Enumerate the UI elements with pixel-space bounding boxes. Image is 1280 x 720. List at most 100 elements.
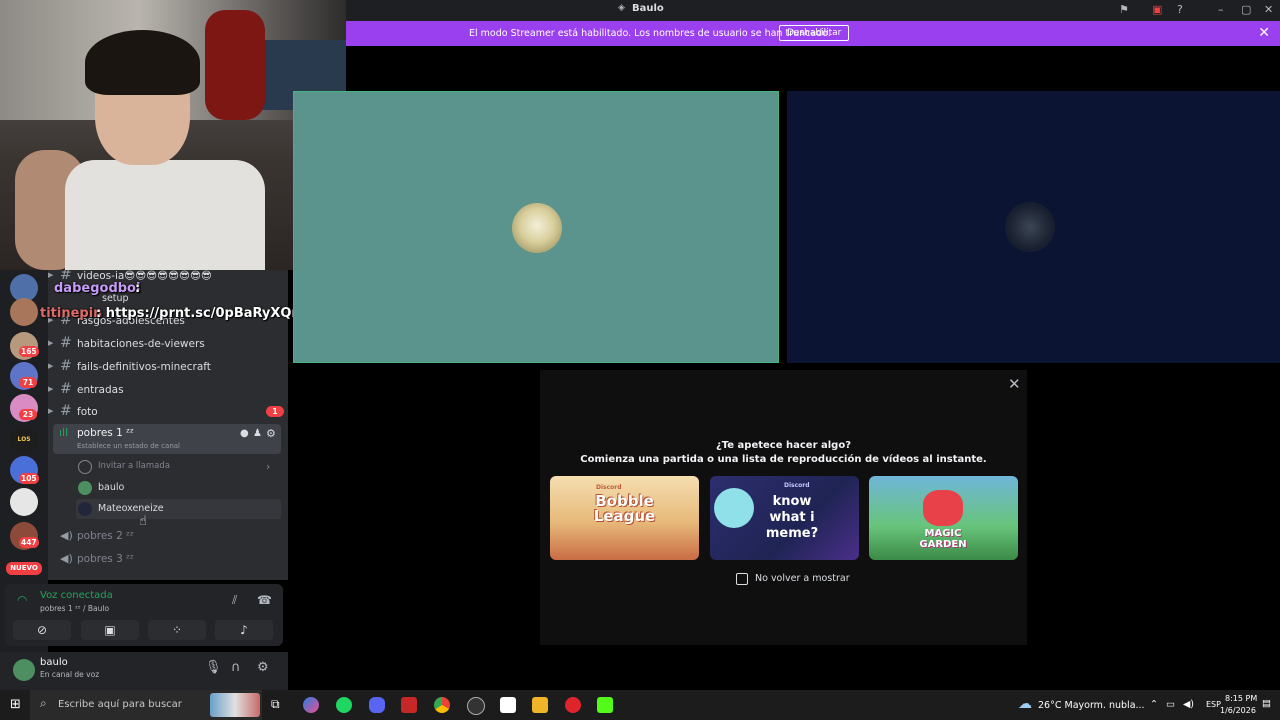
game-tag: Discord <box>596 484 622 491</box>
server-icon[interactable] <box>10 298 38 326</box>
file-explorer-icon[interactable] <box>532 697 548 713</box>
server-badge: 165 <box>19 346 39 357</box>
maximize-icon[interactable]: ▢ <box>1241 3 1251 16</box>
server-icon[interactable] <box>10 488 38 516</box>
channel-status-prompt[interactable]: Establece un estado de canal <box>77 442 180 450</box>
app-icon[interactable] <box>500 697 516 713</box>
discord-icon[interactable] <box>369 697 385 713</box>
mascot-icon <box>923 490 963 526</box>
trollface-avatar <box>512 203 562 253</box>
voice-status[interactable]: Voz conectada <box>40 590 113 601</box>
voice-location[interactable]: pobres 1 ᶻᶻ / Baulo <box>40 604 109 613</box>
search-highlight-image <box>210 693 260 717</box>
channel-entradas[interactable]: ▶ # entradas <box>48 380 288 400</box>
channel-foto[interactable]: ▶ # foto 1 <box>48 402 288 422</box>
avatar <box>78 481 92 495</box>
game-title: know what i meme? <box>765 494 819 541</box>
close-icon[interactable]: ✕ <box>1008 375 1021 393</box>
language-indicator[interactable]: ESP <box>1206 700 1221 709</box>
opera-icon[interactable] <box>565 697 581 713</box>
flag-icon[interactable]: ⚑ <box>1119 3 1129 16</box>
voice-active-icon: ıll <box>59 426 69 439</box>
clock-date[interactable]: 1/6/2026 <box>1220 706 1256 715</box>
streaming-app-icon[interactable] <box>401 697 417 713</box>
new-badge: NUEVO <box>6 562 42 575</box>
window-titlebar: ◈ Baulo ⚑ ▣ ? – ▢ ✕ <box>346 0 1280 21</box>
obs-icon[interactable] <box>467 697 485 715</box>
game-card-bobble-league[interactable]: Discord Bobble League <box>550 476 699 560</box>
server-badge: 447 <box>19 537 39 548</box>
spotify-icon[interactable] <box>336 697 352 713</box>
activities-icon: ⁘ <box>171 623 183 637</box>
volume-icon[interactable]: ◀) <box>1183 699 1194 710</box>
member-name: baulo <box>98 482 125 493</box>
chevron-up-icon[interactable]: ⌃ <box>1150 699 1158 710</box>
voice-channel-label: pobres 1 ᶻᶻ <box>77 427 134 439</box>
weather-text[interactable]: 26°C Mayorm. nubla... <box>1038 700 1145 711</box>
minimize-icon[interactable]: – <box>1218 3 1224 16</box>
video-tile-mateoxeneize[interactable] <box>787 91 1280 363</box>
close-banner-icon[interactable]: ✕ <box>1258 25 1270 41</box>
notifications-icon[interactable]: ▤ <box>1262 698 1271 709</box>
voice-channel-pobres-3[interactable]: ◀) pobres 3 ᶻᶻ <box>48 549 288 569</box>
server-los-topos[interactable]: LOS TOPOS <box>10 426 38 471</box>
copilot-icon[interactable] <box>303 697 319 713</box>
headphones-icon[interactable]: ∩ <box>231 660 241 675</box>
settings-icon[interactable]: ⚙ <box>266 427 276 440</box>
mouse-cursor-icon: ☝ <box>139 514 147 529</box>
game-title: Bobble League <box>593 492 656 525</box>
game-card-know-what-i-meme[interactable]: Discord know what i meme? <box>710 476 859 560</box>
app-icon: ◈ <box>618 3 625 13</box>
close-window-icon[interactable]: ✕ <box>1264 3 1273 16</box>
disconnect-icon[interactable]: ☎ <box>257 593 272 607</box>
help-icon[interactable]: ? <box>1177 3 1183 16</box>
avatar[interactable] <box>13 659 35 681</box>
video-tile-baulo[interactable] <box>293 91 779 363</box>
channel-label: habitaciones-de-viewers <box>77 338 205 350</box>
dont-show-again-label: No volver a mostrar <box>755 573 850 584</box>
camera-off-icon: ⊘ <box>36 623 48 637</box>
server-badge: 71 <box>19 377 37 388</box>
signal-icon: ◠ <box>17 593 28 607</box>
channel-fails[interactable]: ▶ # fails-definitivos-minecraft <box>48 357 288 377</box>
voice-channel-label: pobres 3 ᶻᶻ <box>77 553 134 565</box>
activity-suggestion-panel: ✕ ¿Te apetece hacer algo? Comienza una p… <box>540 370 1027 645</box>
network-icon[interactable]: ▭ <box>1166 699 1175 710</box>
chevron-right-icon: › <box>266 460 271 473</box>
microphone-icon[interactable]: 🎙 <box>205 660 222 675</box>
user-settings-icon[interactable]: ⚙ <box>257 660 269 675</box>
voice-channel-pobres-1[interactable]: ıll pobres 1 ᶻᶻ Establece un estado de c… <box>53 424 281 454</box>
invite-to-call[interactable]: Invitar a llamada › <box>76 457 281 477</box>
window-title: Baulo <box>632 3 664 14</box>
chat-overlay-user: titinepin <box>40 306 103 321</box>
voice-channel-pobres-2[interactable]: ◀) pobres 2 ᶻᶻ <box>48 526 288 546</box>
voice-member-baulo[interactable]: baulo <box>76 478 281 498</box>
chat-icon[interactable]: ● <box>240 428 249 439</box>
task-view-icon[interactable]: ⧉ <box>271 697 287 713</box>
weather-icon: ☁ <box>1018 696 1032 712</box>
soundboard-button[interactable]: ♪ <box>215 620 273 640</box>
dont-show-again-checkbox[interactable] <box>736 573 748 585</box>
noise-suppression-icon[interactable]: ⫽ <box>232 593 237 608</box>
game-card-magic-garden[interactable]: MAGIC GARDEN <box>869 476 1018 560</box>
voice-channel-label: pobres 2 ᶻᶻ <box>77 530 134 542</box>
channel-habitaciones[interactable]: ▶ # habitaciones-de-viewers <box>48 334 288 354</box>
clock-time[interactable]: 8:15 PM <box>1225 694 1257 703</box>
user-name[interactable]: baulo <box>40 657 68 668</box>
chat-overlay-separator: : <box>135 281 141 296</box>
windows-start-icon[interactable]: ⊞ <box>10 697 21 712</box>
screen-share-icon: ▣ <box>104 623 116 637</box>
activities-button[interactable]: ⁘ <box>148 620 206 640</box>
kick-icon[interactable] <box>597 697 613 713</box>
invite-label: Invitar a llamada <box>98 461 170 471</box>
screen-share-icon[interactable]: ▣ <box>1152 3 1162 16</box>
screen-share-button[interactable]: ▣ <box>81 620 139 640</box>
taskbar-search[interactable]: ⌕ Escribe aquí para buscar <box>30 690 262 720</box>
add-user-icon[interactable]: ♟ <box>253 428 262 439</box>
chrome-icon[interactable] <box>434 697 450 713</box>
soundboard-icon: ♪ <box>240 623 248 637</box>
streamer-mode-banner: El modo Streamer está habilitado. Los no… <box>346 21 1280 46</box>
voice-member-mateoxeneize[interactable]: Mateoxeneize <box>76 499 281 519</box>
disable-streamer-button[interactable]: Deshabilitar <box>779 25 850 41</box>
camera-off-button[interactable]: ⊘ <box>13 620 71 640</box>
